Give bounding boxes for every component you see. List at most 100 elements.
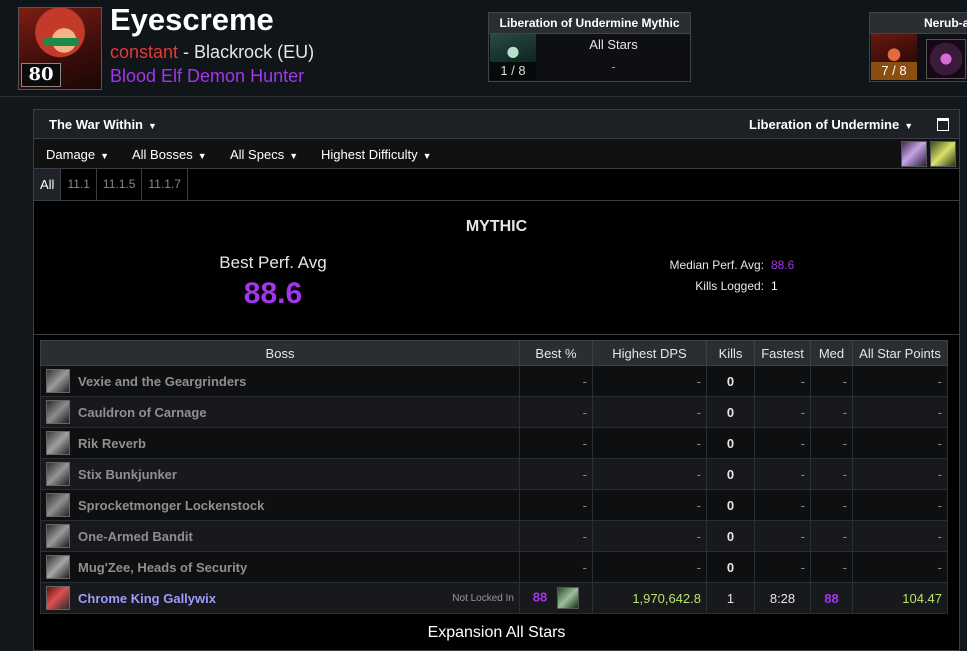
guild-link[interactable]: constant	[110, 42, 178, 62]
boss-name-link[interactable]: Vexie and the Geargrinders	[78, 374, 246, 389]
guild-separator: -	[178, 42, 195, 62]
highest-dps: -	[592, 551, 707, 583]
tab-11-1-7[interactable]: 11.1.7	[142, 169, 188, 200]
boss-name-link[interactable]: One-Armed Bandit	[78, 529, 193, 544]
expansion-dropdown-label: The War Within	[49, 117, 144, 132]
col-header-kills[interactable]: Kills	[706, 340, 755, 366]
table-row[interactable]: Vexie and the Geargrinders - - 0 - - -	[40, 365, 948, 397]
character-portrait-icon: 80	[18, 7, 102, 90]
fastest-kill: -	[754, 458, 811, 490]
all-star-points: -	[852, 489, 948, 521]
demon-hunter-spec-icon[interactable]	[901, 141, 927, 167]
expansion-all-stars-title: Expansion All Stars	[427, 624, 566, 641]
character-name: Eyescreme	[110, 2, 274, 37]
all-star-points: -	[852, 427, 948, 459]
table-row[interactable]: Sprocketmonger Lockenstock - - 0 - - -	[40, 489, 948, 521]
kill-count: 0	[706, 458, 755, 490]
raid-card-title: Liberation of Undermine Mythic	[489, 13, 690, 34]
highest-dps: -	[592, 489, 707, 521]
best-perf-label: Best Perf. Avg	[219, 253, 327, 272]
kill-count: 0	[706, 520, 755, 552]
best-percent: -	[519, 396, 593, 428]
col-header-boss[interactable]: Boss	[40, 340, 520, 366]
best-perf-value: 88.6	[243, 277, 303, 310]
best-percent: -	[519, 551, 593, 583]
filter-bar: Damage ▼ All Bosses ▼ All Specs ▼ Highest D…	[34, 139, 959, 169]
dropdown-caret-icon: ▼	[197, 151, 207, 161]
raid-progress-card-nerubar[interactable]: Nerub-a 7 / 8	[869, 12, 967, 82]
table-header-row: Boss Best % Highest DPS Kills Fastest Me…	[40, 340, 948, 366]
raid-boss-thumbnail-icon: 7 / 8	[871, 34, 917, 80]
boss-portrait-icon	[46, 524, 70, 548]
specs-dropdown-label: All Specs	[230, 147, 285, 162]
col-header-med[interactable]: Med	[810, 340, 853, 366]
highest-dps: -	[592, 427, 707, 459]
median-percent: 88	[810, 582, 853, 614]
expansion-dropdown[interactable]: The War Within ▼	[49, 117, 157, 132]
zone-dropdown[interactable]: Liberation of Undermine ▼	[749, 117, 913, 132]
median-perf-value: 88.6	[771, 258, 795, 272]
bosses-dropdown-label: All Bosses	[132, 147, 193, 162]
boss-portrait-icon	[46, 462, 70, 486]
col-header-best[interactable]: Best %	[519, 340, 593, 366]
fastest-kill: -	[754, 551, 811, 583]
kill-count: 0	[706, 551, 755, 583]
median-percent: -	[810, 551, 853, 583]
table-row[interactable]: Rik Reverb - - 0 - - -	[40, 427, 948, 459]
col-header-fastest[interactable]: Fastest	[754, 340, 811, 366]
window-toggle-icon[interactable]	[937, 118, 949, 131]
table-row[interactable]: One-Armed Bandit - - 0 - - -	[40, 520, 948, 552]
dropdown-caret-icon: ▼	[904, 121, 914, 131]
median-percent: -	[810, 520, 853, 552]
raid-card-progress: 7 / 8	[871, 62, 917, 80]
realm-label: Blackrock (EU)	[194, 42, 315, 62]
difficulty-title: MYTHIC	[465, 218, 528, 235]
tab-11-1-5[interactable]: 11.1.5	[97, 169, 143, 200]
rankings-panel: The War Within ▼ Liberation of Undermine ▼…	[33, 109, 960, 651]
best-percent: -	[519, 520, 593, 552]
dropdown-caret-icon: ▼	[100, 151, 110, 161]
best-percent: -	[519, 365, 593, 397]
highest-dps: 1,970,642.8	[592, 582, 707, 614]
boss-name-link[interactable]: Rik Reverb	[78, 436, 146, 451]
boss-portrait-icon	[46, 431, 70, 455]
best-percent: -	[519, 458, 593, 490]
boss-name-link[interactable]: Stix Bunkjunker	[78, 467, 177, 482]
kills-logged-label: Kills Logged:	[695, 279, 764, 293]
table-row[interactable]: Mug'Zee, Heads of Security - - 0 - - -	[40, 551, 948, 583]
fastest-kill: -	[754, 427, 811, 459]
tab-all[interactable]: All	[34, 169, 62, 200]
best-percent: -	[519, 489, 593, 521]
boss-name-link[interactable]: Mug'Zee, Heads of Security	[78, 560, 247, 575]
table-row[interactable]: Chrome King Gallywix Not Locked In 88 1,9…	[40, 582, 948, 614]
fastest-kill: -	[754, 520, 811, 552]
boss-name-link[interactable]: Cauldron of Carnage	[78, 405, 207, 420]
median-percent: -	[810, 396, 853, 428]
raid-boss-thumbnail-icon: 1 / 8	[490, 34, 536, 80]
highest-dps: -	[592, 458, 707, 490]
highest-dps: -	[592, 396, 707, 428]
metric-dropdown[interactable]: Damage ▼	[46, 147, 109, 162]
all-star-points: -	[852, 458, 948, 490]
key-icon[interactable]	[930, 141, 956, 167]
kills-logged-value: 1	[771, 279, 778, 293]
hero-talent-icon	[557, 587, 580, 609]
boss-name-link[interactable]: Chrome King Gallywix	[78, 591, 216, 606]
all-star-points: -	[852, 365, 948, 397]
raid-card-title: Nerub-a	[870, 13, 967, 34]
tab-11-1[interactable]: 11.1	[61, 169, 97, 200]
table-row[interactable]: Stix Bunkjunker - - 0 - - -	[40, 458, 948, 490]
specs-dropdown[interactable]: All Specs ▼	[230, 147, 298, 162]
table-row[interactable]: Cauldron of Carnage - - 0 - - -	[40, 396, 948, 428]
kill-count: 1	[706, 582, 755, 614]
difficulty-dropdown[interactable]: Highest Difficulty ▼	[321, 147, 432, 162]
boss-name-link[interactable]: Sprocketmonger Lockenstock	[78, 498, 264, 513]
class-spec-label: Blood Elf Demon Hunter	[110, 66, 305, 86]
bosses-dropdown[interactable]: All Bosses ▼	[132, 147, 207, 162]
best-percent-value[interactable]: 88	[533, 589, 547, 604]
col-header-dps[interactable]: Highest DPS	[592, 340, 707, 366]
kill-count: 0	[706, 365, 755, 397]
raid-card-progress: 1 / 8	[490, 62, 536, 80]
raid-progress-card-undermine[interactable]: Liberation of Undermine Mythic 1 / 8 All…	[488, 12, 691, 82]
col-header-points[interactable]: All Star Points	[852, 340, 948, 366]
